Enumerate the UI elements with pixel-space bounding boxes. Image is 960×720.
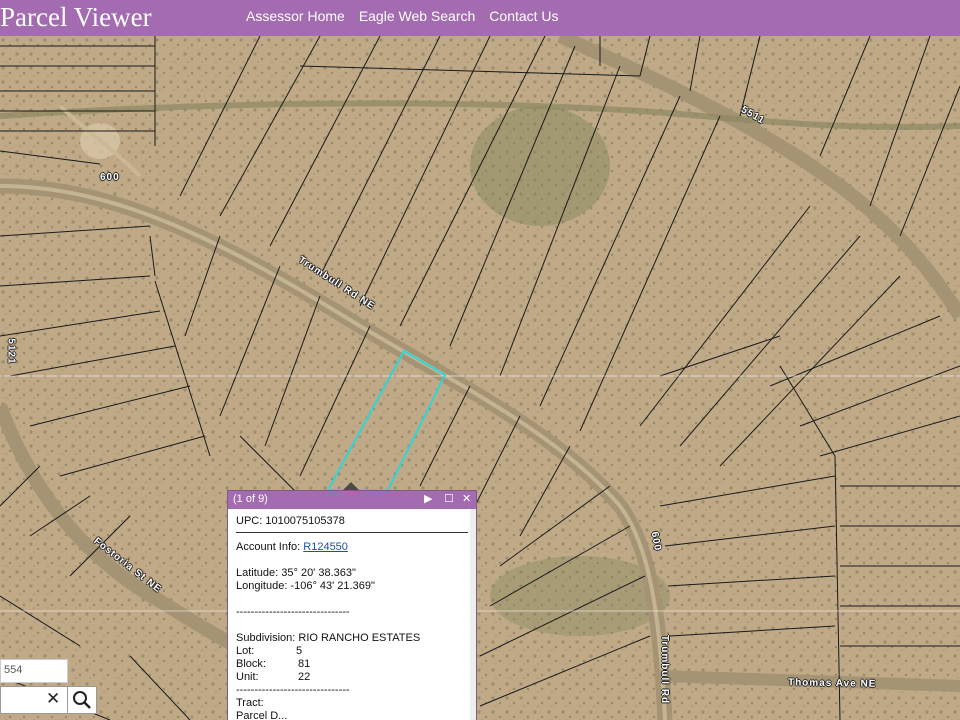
account-link[interactable]: R124550 — [303, 541, 348, 553]
app-title: Parcel Viewer — [0, 2, 152, 32]
road-label-thomas-ave-ne: Thomas Ave NE — [787, 677, 877, 690]
nav-contact-us[interactable]: Contact Us — [489, 8, 558, 24]
unit-row: Unit: 22 — [236, 671, 472, 684]
header-bar: Parcel Viewer Assessor Home Eagle Web Se… — [0, 0, 960, 36]
aerial-parcel-map[interactable] — [0, 36, 960, 720]
maximize-icon[interactable]: ☐ — [444, 492, 454, 505]
lot-value: 5 — [296, 645, 303, 657]
divider-text-2: ------------------------------- — [236, 684, 350, 696]
search-value-text: 554 — [4, 664, 23, 676]
block-row: Block: 81 — [236, 658, 472, 671]
search-button[interactable] — [67, 686, 97, 714]
road-label-5121: 5121 — [5, 338, 17, 365]
subdivision-text: Subdivision: RIO RANCHO ESTATES — [236, 632, 421, 644]
longitude-text: Longitude: -106° 43' 21.369" — [236, 580, 375, 592]
nav-assessor-home[interactable]: Assessor Home — [246, 8, 345, 24]
lot-label: Lot: — [236, 645, 255, 657]
road-label-trumbull-rd: Trumbull Rd — [659, 634, 671, 705]
block-value: 81 — [298, 658, 311, 670]
popup-header: (1 of 9) ▶ ☐ ✕ — [228, 491, 476, 509]
parcel-viewer-app: Parcel Viewer Assessor Home Eagle Web Se… — [0, 0, 960, 720]
popup-rule — [236, 532, 468, 533]
road-label-600: 600 — [100, 172, 120, 183]
account-info: Account Info: R124550 — [236, 541, 472, 554]
parcel-d-text: Parcel D... — [236, 710, 288, 720]
parcel-info-popup: (1 of 9) ▶ ☐ ✕ UPC: 1010075105378 Accoun… — [227, 490, 477, 720]
vegetation-patch — [470, 106, 610, 226]
clear-icon[interactable]: ✕ — [46, 689, 60, 709]
nav-eagle-web-search[interactable]: Eagle Web Search — [359, 8, 475, 24]
account-label: Account Info: — [236, 541, 304, 553]
latitude-text: Latitude: 35° 20' 38.363" — [236, 567, 356, 579]
lot-row: Lot: 5 — [236, 645, 472, 658]
popup-body: UPC: 1010075105378 Account Info: R124550… — [236, 515, 472, 720]
popup-counter: (1 of 9) — [233, 493, 268, 505]
next-icon[interactable]: ▶ — [424, 492, 432, 505]
unit-label: Unit: — [236, 671, 259, 683]
header-nav: Assessor Home Eagle Web Search Contact U… — [246, 8, 559, 24]
search-icon — [73, 691, 91, 709]
unit-value: 22 — [298, 671, 311, 683]
close-icon[interactable]: ✕ — [462, 492, 471, 505]
divider-text: ------------------------------- — [236, 606, 350, 618]
block-label: Block: — [236, 658, 266, 670]
tract-text: Tract: — [236, 697, 264, 709]
upc-text: UPC: 1010075105378 — [236, 515, 345, 527]
search-value-box[interactable]: 554 — [0, 659, 68, 683]
